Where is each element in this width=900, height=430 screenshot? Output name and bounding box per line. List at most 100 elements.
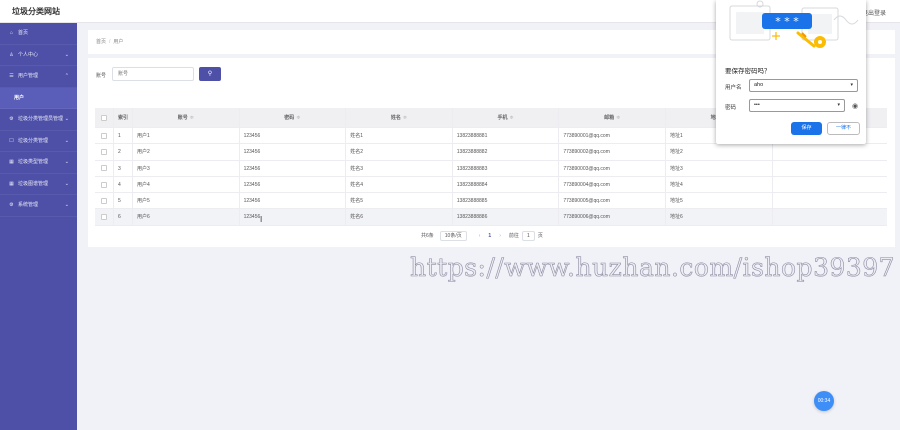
pagination: 共6条 10条/页 ‹ 1 › 前往 1 页 <box>421 230 543 241</box>
cell-name: 姓名2 <box>345 144 452 160</box>
column-header-label: 姓名 <box>390 115 401 121</box>
sidebar-item-admin-management[interactable]: ⚙ 垃圾分类管理员管理 ⌄ <box>0 109 77 131</box>
cell-address: 地址4 <box>664 176 772 193</box>
sort-icon[interactable]: ≑ <box>509 115 513 121</box>
breadcrumb: 首页 / 用户 <box>96 38 123 45</box>
sort-icon[interactable]: ≑ <box>403 115 407 121</box>
cell-account: 用户4 <box>132 176 239 193</box>
column-header-password[interactable]: 密码 ≑ <box>238 108 346 127</box>
row-checkbox[interactable] <box>95 161 113 176</box>
cell-phone: 13823888884 <box>451 176 559 193</box>
search-input[interactable] <box>112 67 194 81</box>
table-row[interactable]: 4 用户4 123456 姓名4 13823888884 773890004@qq.com… <box>95 176 887 194</box>
table-row[interactable]: 3 用户3 123456 姓名3 13823888883 773890003@qq.com… <box>95 160 887 177</box>
watermark-text: https://www.huzhan.com/ishop39397 <box>410 253 896 283</box>
sidebar-item-label: 系统管理 <box>18 202 39 208</box>
column-header-name[interactable]: 姓名 ≑ <box>345 108 452 127</box>
search-button[interactable]: ⚲ <box>199 67 221 81</box>
save-password-dialog: * * * 要保存密码吗？ 用户名 aho ▾ 密码 ••• ▾ ◉ 保存 一律… <box>716 0 866 144</box>
sidebar-item-graph-management[interactable]: ▦ 垃圾图谱管理 ⌄ <box>0 174 77 195</box>
cell-password: 123456 <box>238 144 346 160</box>
dialog-title: 要保存密码吗？ <box>725 68 771 75</box>
row-checkbox[interactable] <box>95 144 113 159</box>
cell-name: 姓名1 <box>345 128 452 144</box>
breadcrumb-separator: / <box>109 39 111 45</box>
column-header-index: 索引 <box>113 108 132 127</box>
breadcrumb-home[interactable]: 首页 <box>96 39 106 45</box>
password-field[interactable]: ••• ▾ <box>749 99 845 112</box>
cell-email: 773890006@qq.com <box>558 209 665 225</box>
settings-icon: ⚙ <box>9 202 14 208</box>
chevron-down-icon: ⌄ <box>64 51 69 58</box>
cell-password: 123456 <box>238 176 346 193</box>
column-header-label: 密码 <box>284 115 295 121</box>
cell-index: 1 <box>113 128 132 144</box>
username-value: aho <box>754 82 764 88</box>
cell-name: 姓名4 <box>345 176 452 193</box>
page-unit-label: 页 <box>537 233 543 239</box>
column-header-label: 手机 <box>497 115 508 121</box>
sidebar-item-label: 垃圾分类管理 <box>18 137 49 144</box>
sidebar-item-user-management[interactable]: ☰ 用户管理 ⌃ <box>0 66 77 88</box>
prev-page-icon[interactable]: ‹ <box>479 233 481 239</box>
username-label: 用户名 <box>725 85 742 91</box>
cell-actions <box>771 193 879 209</box>
column-header-label: 邮箱 <box>604 115 615 121</box>
cell-index: 5 <box>113 193 132 209</box>
sidebar-item-users[interactable]: 用户 <box>0 87 77 109</box>
row-checkbox[interactable] <box>95 209 113 224</box>
sidebar-item-type-management[interactable]: ▦ 垃圾类型管理 ⌄ <box>0 152 77 174</box>
dropdown-arrow-icon: ▾ <box>850 82 853 88</box>
cell-phone: 13823888883 <box>451 160 559 176</box>
cell-email: 773890001@qq.com <box>558 128 665 144</box>
cell-index: 6 <box>113 209 132 225</box>
column-header-phone[interactable]: 手机 ≑ <box>451 108 559 127</box>
cell-phone: 13823888881 <box>451 128 559 144</box>
column-header-label: 账号 <box>177 115 188 121</box>
username-field[interactable]: aho ▾ <box>749 79 858 92</box>
sort-icon[interactable]: ≑ <box>296 115 300 121</box>
column-header-email[interactable]: 邮箱 ≑ <box>558 108 665 127</box>
next-page-icon[interactable]: › <box>499 233 501 239</box>
sidebar-item-home[interactable]: ⌂ 首页 <box>0 23 77 45</box>
goto-label: 前往 <box>508 233 519 239</box>
cell-account: 用户2 <box>132 144 239 160</box>
page-size-select[interactable]: 10条/页 <box>439 230 467 241</box>
page-number-current[interactable]: 1 <box>488 233 491 239</box>
never-button[interactable]: 一律不 <box>827 122 860 135</box>
sort-icon[interactable]: ≑ <box>190 115 194 121</box>
cell-address: 地址6 <box>664 209 772 225</box>
eye-icon[interactable]: ◉ <box>852 102 858 110</box>
row-checkbox[interactable] <box>95 193 113 208</box>
floating-timer-button[interactable]: 00:34 <box>814 391 834 411</box>
sort-icon[interactable]: ≑ <box>616 115 620 121</box>
table-row[interactable]: 5 用户5 123456 姓名5 13823888885 773890005@qq.com… <box>95 193 887 210</box>
sidebar-item-label: 个人中心 <box>18 51 39 58</box>
sidebar-item-label: 用户 <box>14 94 25 101</box>
cell-actions <box>771 209 879 225</box>
sidebar-item-label: 垃圾分类管理员管理 <box>18 116 64 122</box>
table-row[interactable]: 6 用户6 123456 姓名6 13823888886 773890006@qq.com… <box>95 209 887 226</box>
cell-actions <box>771 160 879 176</box>
cell-name: 姓名6 <box>345 209 452 225</box>
cell-name: 姓名5 <box>345 193 452 209</box>
table-row[interactable]: 2 用户2 123456 姓名2 13823888882 773890002@qq.com… <box>95 144 887 161</box>
sidebar-item-system-management[interactable]: ⚙ 系统管理 ⌄ <box>0 195 77 217</box>
password-mask-text: * * * <box>775 15 799 28</box>
cell-address: 地址3 <box>664 160 772 176</box>
sidebar-item-sorting-management[interactable]: ☐ 垃圾分类管理 ⌄ <box>0 131 77 152</box>
cell-email: 773890003@qq.com <box>558 160 665 176</box>
row-checkbox[interactable] <box>95 128 113 143</box>
save-button[interactable]: 保存 <box>791 122 822 135</box>
password-value: ••• <box>754 102 760 108</box>
chevron-down-icon: ⌄ <box>64 202 69 208</box>
row-checkbox[interactable] <box>95 177 113 192</box>
chevron-down-icon: ⌄ <box>64 159 69 165</box>
home-icon: ⌂ <box>9 30 14 36</box>
column-header-account[interactable]: 账号 ≑ <box>132 108 239 127</box>
goto-page-input[interactable]: 1 <box>521 230 535 241</box>
cell-email: 773890002@qq.com <box>558 144 665 160</box>
cell-index: 2 <box>113 144 132 160</box>
select-all-checkbox[interactable] <box>95 108 113 127</box>
sidebar-item-profile[interactable]: ♙ 个人中心 ⌄ <box>0 45 77 66</box>
